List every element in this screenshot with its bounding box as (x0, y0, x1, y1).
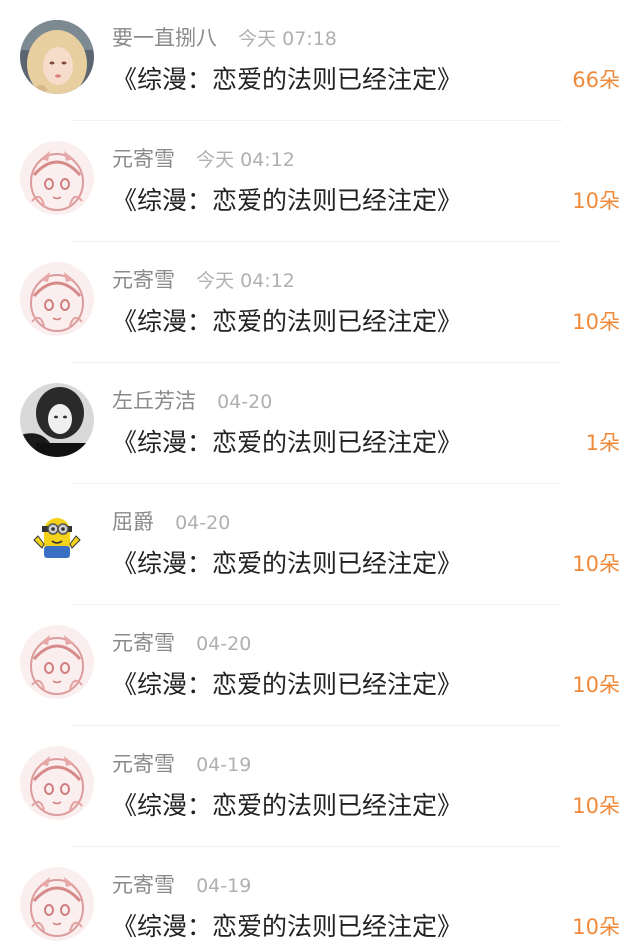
timestamp: 今天 04:12 (196, 270, 295, 292)
username[interactable]: 要一直捌八 (112, 26, 217, 50)
anime-sketch-avatar (20, 262, 94, 336)
record-meta: 元寄雪 今天 04:12 (112, 143, 295, 173)
flower-count: 66朵 (572, 68, 620, 92)
avatar[interactable] (20, 262, 94, 336)
username[interactable]: 左丘芳洁 (112, 389, 196, 413)
flower-count: 10朵 (572, 794, 620, 818)
list-item[interactable]: 元寄雪 今天 04:12 《综漫：恋爱的法则已经注定》 10朵 (0, 121, 640, 242)
record-meta: 元寄雪 04-19 (112, 748, 251, 778)
avatar[interactable] (20, 867, 94, 941)
timestamp: 04-19 (196, 754, 252, 776)
anime-sketch-avatar (20, 746, 94, 820)
flower-count: 10朵 (572, 552, 620, 576)
list-item[interactable]: 元寄雪 04-19 《综漫：恋爱的法则已经注定》 10朵 (0, 726, 640, 847)
avatar[interactable] (20, 746, 94, 820)
timestamp: 今天 07:18 (238, 28, 337, 50)
username[interactable]: 元寄雪 (112, 873, 175, 897)
book-title[interactable]: 《综漫：恋爱的法则已经注定》 (112, 60, 462, 96)
username[interactable]: 元寄雪 (112, 147, 175, 171)
list-item[interactable]: 元寄雪 04-20 《综漫：恋爱的法则已经注定》 10朵 (0, 605, 640, 726)
avatar[interactable] (20, 141, 94, 215)
timestamp: 今天 04:12 (196, 149, 295, 171)
list-item[interactable]: 元寄雪 今天 04:12 《综漫：恋爱的法则已经注定》 10朵 (0, 242, 640, 363)
book-title[interactable]: 《综漫：恋爱的法则已经注定》 (112, 665, 462, 701)
username[interactable]: 元寄雪 (112, 752, 175, 776)
flower-count: 10朵 (572, 189, 620, 213)
book-title[interactable]: 《综漫：恋爱的法则已经注定》 (112, 544, 462, 580)
timestamp: 04-20 (175, 512, 231, 534)
username[interactable]: 元寄雪 (112, 268, 175, 292)
anime-sketch-avatar (20, 867, 94, 941)
list-item[interactable]: 要一直捌八 今天 07:18 《综漫：恋爱的法则已经注定》 66朵 (0, 0, 640, 121)
list-item[interactable]: 左丘芳洁 04-20 《综漫：恋爱的法则已经注定》 1朵 (0, 363, 640, 484)
record-meta: 元寄雪 04-20 (112, 627, 251, 657)
book-title[interactable]: 《综漫：恋爱的法则已经注定》 (112, 181, 462, 217)
timestamp: 04-19 (196, 875, 252, 897)
flower-count: 10朵 (572, 673, 620, 697)
list-item[interactable]: 元寄雪 04-19 《综漫：恋爱的法则已经注定》 10朵 (0, 847, 640, 948)
flower-count: 1朵 (585, 431, 620, 455)
timestamp: 04-20 (196, 633, 252, 655)
avatar[interactable] (20, 20, 94, 94)
dark-photo-avatar (20, 383, 94, 457)
gift-record-list: 要一直捌八 今天 07:18 《综漫：恋爱的法则已经注定》 66朵 元寄雪 今天… (0, 0, 640, 948)
avatar[interactable] (20, 383, 94, 457)
list-item[interactable]: 屈爵 04-20 《综漫：恋爱的法则已经注定》 10朵 (0, 484, 640, 605)
avatar[interactable] (20, 625, 94, 699)
timestamp: 04-20 (217, 391, 273, 413)
minion-avatar (20, 504, 94, 578)
username[interactable]: 屈爵 (112, 510, 154, 534)
username[interactable]: 元寄雪 (112, 631, 175, 655)
record-meta: 元寄雪 04-19 (112, 869, 251, 899)
girl-photo-avatar (20, 20, 94, 94)
book-title[interactable]: 《综漫：恋爱的法则已经注定》 (112, 302, 462, 338)
anime-sketch-avatar (20, 141, 94, 215)
book-title[interactable]: 《综漫：恋爱的法则已经注定》 (112, 786, 462, 822)
record-meta: 元寄雪 今天 04:12 (112, 264, 295, 294)
book-title[interactable]: 《综漫：恋爱的法则已经注定》 (112, 423, 462, 459)
record-meta: 要一直捌八 今天 07:18 (112, 22, 337, 52)
avatar[interactable] (20, 504, 94, 578)
anime-sketch-avatar (20, 625, 94, 699)
record-meta: 屈爵 04-20 (112, 506, 230, 536)
flower-count: 10朵 (572, 915, 620, 939)
book-title[interactable]: 《综漫：恋爱的法则已经注定》 (112, 907, 462, 943)
record-meta: 左丘芳洁 04-20 (112, 385, 272, 415)
flower-count: 10朵 (572, 310, 620, 334)
